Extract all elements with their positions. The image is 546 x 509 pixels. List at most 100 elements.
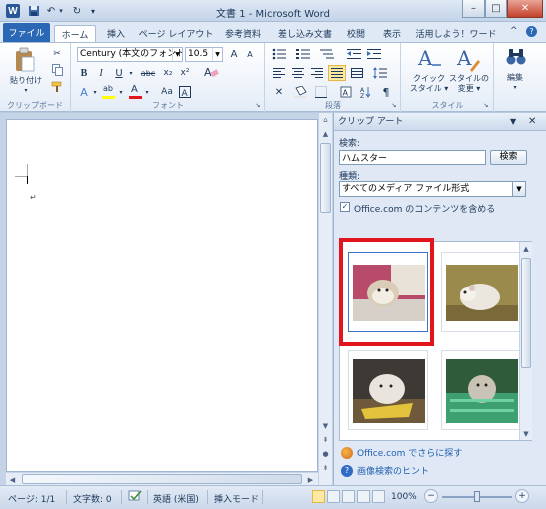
multilevel-list-icon[interactable] xyxy=(319,47,335,61)
zoom-out-button[interactable]: − xyxy=(424,489,438,503)
scroll-thumb[interactable] xyxy=(521,258,531,368)
clip-thumbnail[interactable] xyxy=(348,350,428,430)
chevron-down-icon[interactable]: ▾ xyxy=(511,84,519,91)
search-button[interactable]: 検索 xyxy=(490,150,527,165)
grow-font-button[interactable]: A xyxy=(227,47,241,61)
help-icon[interactable]: ? xyxy=(526,26,537,37)
document-horizontal-scrollbar[interactable]: ◀ ▶ xyxy=(6,472,318,485)
font-color-button[interactable]: A xyxy=(129,84,143,99)
dialog-launcher-icon[interactable]: ↘ xyxy=(254,101,262,109)
language-status[interactable]: 英語 (米国) xyxy=(153,492,199,505)
superscript-button[interactable]: x² xyxy=(178,66,192,80)
chevron-down-icon[interactable]: ▼ xyxy=(212,48,222,61)
minimize-ribbon-icon[interactable]: ^ xyxy=(510,26,518,36)
align-left-icon[interactable] xyxy=(271,66,287,80)
change-styles-icon[interactable]: A xyxy=(454,46,480,72)
italic-button[interactable]: I xyxy=(94,66,108,80)
zoom-level[interactable]: 100% xyxy=(391,492,417,502)
previous-page-icon[interactable]: ⇞ xyxy=(319,433,332,446)
document-page[interactable]: ↵ xyxy=(6,119,318,472)
tab-file[interactable]: ファイル xyxy=(3,23,50,42)
scroll-up-arrow[interactable]: ▲ xyxy=(520,242,532,255)
bold-button[interactable]: B xyxy=(77,66,91,80)
underline-dropdown-icon[interactable]: ▾ xyxy=(127,66,135,80)
highlight-color-button[interactable]: ab xyxy=(101,84,117,99)
increase-indent-icon[interactable] xyxy=(366,47,382,61)
show-marks-icon[interactable]: ¶ xyxy=(378,85,394,99)
scroll-up-arrow[interactable]: ▲ xyxy=(319,127,332,140)
subscript-button[interactable]: x₂ xyxy=(161,66,175,80)
copy-icon[interactable] xyxy=(50,63,64,77)
pane-menu-icon[interactable]: ▼ xyxy=(510,113,516,131)
insert-mode-status[interactable]: 挿入モード xyxy=(214,492,259,505)
browse-object-icon[interactable]: ● xyxy=(319,447,332,460)
print-layout-view-icon[interactable] xyxy=(312,490,325,503)
next-page-icon[interactable]: ⇟ xyxy=(319,461,332,474)
dialog-launcher-icon[interactable]: ↘ xyxy=(390,101,398,109)
paste-button[interactable]: 貼り付け xyxy=(6,76,46,86)
dialog-launcher-icon[interactable]: ↘ xyxy=(482,101,490,109)
sort-icon[interactable]: AZ xyxy=(358,85,374,99)
font-name-combo[interactable]: Century (本文のフォント ▼ xyxy=(77,47,183,62)
close-button[interactable]: ✕ xyxy=(507,0,543,18)
editing-button[interactable]: 編集 xyxy=(497,73,533,83)
enclose-char-icon[interactable]: A xyxy=(178,85,192,99)
text-effects-icon[interactable]: A xyxy=(77,85,91,99)
asian-layout-icon[interactable]: A xyxy=(338,85,354,99)
chevron-down-icon[interactable]: ▼ xyxy=(512,182,525,196)
clear-formatting-icon[interactable]: A xyxy=(202,64,220,80)
borders-icon[interactable] xyxy=(313,85,329,99)
draft-view-icon[interactable] xyxy=(372,490,385,503)
tab-katsuyo-word[interactable]: 活用しよう！ワード xyxy=(412,25,500,42)
chevron-down-icon[interactable]: ▾ xyxy=(91,85,99,99)
underline-button[interactable]: U xyxy=(112,66,126,80)
full-screen-view-icon[interactable] xyxy=(327,490,340,503)
chevron-down-icon[interactable]: ▾ xyxy=(143,85,151,99)
proofing-icon[interactable] xyxy=(128,490,142,505)
paste-icon[interactable] xyxy=(12,46,38,74)
decrease-indent-icon[interactable] xyxy=(346,47,362,61)
minimize-button[interactable]: – xyxy=(462,0,485,18)
text-direction-icon[interactable]: ✕ xyxy=(271,85,287,99)
pane-close-icon[interactable]: ✕ xyxy=(528,113,536,131)
distributed-icon[interactable] xyxy=(349,66,365,80)
tab-mailings[interactable]: 差し込み文書 xyxy=(272,25,338,42)
page-count[interactable]: ページ: 1/1 xyxy=(8,492,55,505)
paste-dropdown-icon[interactable]: ▾ xyxy=(22,87,30,94)
ruler-toggle-icon[interactable]: ⌂ xyxy=(319,113,332,126)
results-scrollbar[interactable]: ▲ ▼ xyxy=(519,242,532,440)
scroll-down-arrow[interactable]: ▼ xyxy=(520,427,532,440)
document-vertical-scrollbar[interactable]: ⌂ ▲ ▼ ⇞ ● ⇟ xyxy=(318,113,332,485)
scroll-thumb[interactable] xyxy=(320,143,331,213)
chevron-down-icon[interactable]: ▾ xyxy=(117,85,125,99)
quick-styles-button[interactable]: クイック スタイル ▾ xyxy=(406,74,452,94)
justify-icon[interactable] xyxy=(328,65,346,81)
zoom-slider-thumb[interactable] xyxy=(474,491,480,502)
tab-home[interactable]: ホーム xyxy=(54,25,96,42)
quick-styles-icon[interactable]: A xyxy=(416,46,442,72)
binoculars-icon[interactable] xyxy=(505,46,527,68)
tab-references[interactable]: 参考資料 xyxy=(218,25,268,42)
tab-page-layout[interactable]: ページ レイアウト xyxy=(136,25,216,42)
change-case-button[interactable]: Aa xyxy=(158,85,176,99)
align-center-icon[interactable] xyxy=(290,66,306,80)
align-right-icon[interactable] xyxy=(309,66,325,80)
font-size-combo[interactable]: 10.5 ▼ xyxy=(185,47,223,62)
line-spacing-icon[interactable] xyxy=(372,66,388,80)
bullets-icon[interactable] xyxy=(271,47,287,61)
clip-thumbnail[interactable] xyxy=(441,252,521,332)
search-input[interactable] xyxy=(339,150,486,165)
chevron-down-icon[interactable]: ▼ xyxy=(172,48,182,61)
web-layout-view-icon[interactable] xyxy=(342,490,355,503)
scroll-thumb[interactable] xyxy=(22,474,302,484)
tab-insert[interactable]: 挿入 xyxy=(100,25,132,42)
clip-thumbnail[interactable] xyxy=(441,350,521,430)
cut-icon[interactable]: ✂ xyxy=(50,47,64,61)
numbering-icon[interactable] xyxy=(295,47,311,61)
shrink-font-button[interactable]: A xyxy=(243,47,257,61)
zoom-in-button[interactable]: + xyxy=(515,489,529,503)
strikethrough-button[interactable]: abc xyxy=(138,66,158,80)
office-online-link[interactable]: Office.com でさらに探す xyxy=(341,446,462,459)
tab-review[interactable]: 校閲 xyxy=(340,25,372,42)
search-hint-link[interactable]: ? 画像検索のヒント xyxy=(341,464,429,477)
